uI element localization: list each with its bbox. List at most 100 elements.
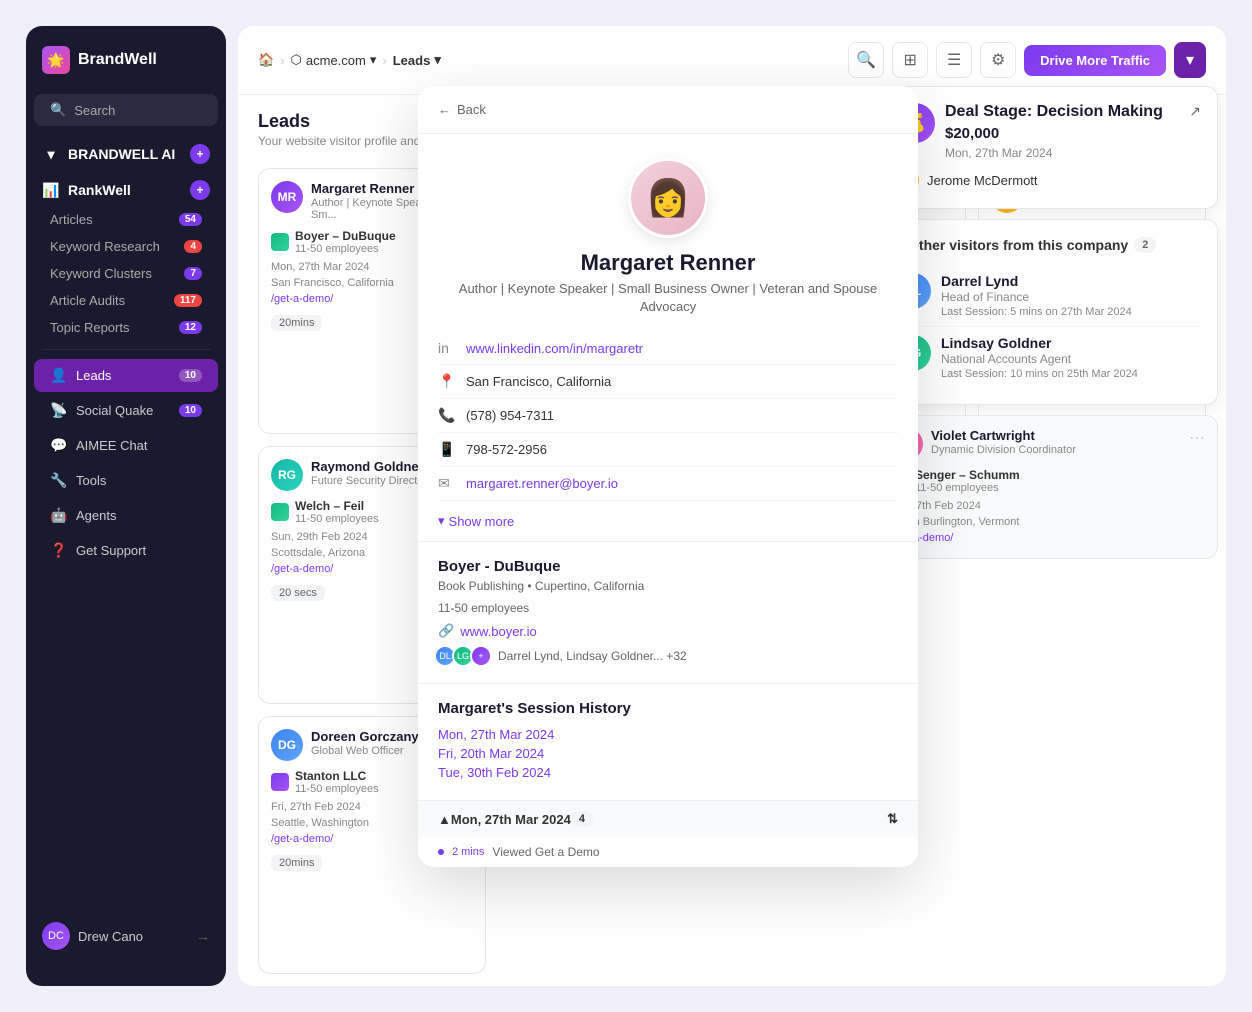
main-content: 🏠 › ⬡ acme.com ▾ › Leads ▾ 🔍 ⊞ ☰ ⚙ (238, 26, 1226, 986)
lead-link[interactable]: /get-a-demo/ (271, 563, 333, 575)
location-text: San Francisco, California (466, 374, 611, 389)
sidebar-item-leads[interactable]: 👤 Leads 10 (34, 359, 218, 392)
domain-icon: ⬡ (291, 52, 302, 68)
home-icon[interactable]: 🏠 (258, 52, 274, 68)
sidebar: 🌟 BrandWell 🔍 Search ▾ BRANDWELL AI + 📊 … (26, 26, 226, 986)
breadcrumb-sep2: › (382, 53, 386, 68)
domain-name: acme.com (306, 53, 366, 68)
social-quake-icon: 📡 (50, 402, 68, 419)
lead-location: South Burlington, Vermont (891, 516, 1205, 528)
external-link-icon[interactable]: ↗ (1189, 103, 1201, 120)
lead-name: Raymond Goldner (311, 459, 427, 474)
sidebar-item-support[interactable]: ❓ Get Support (34, 534, 218, 567)
session-time: 2 mins (452, 846, 484, 858)
company-size: 11-50 employees (915, 482, 1020, 494)
list-view-button[interactable]: ☰ (936, 42, 972, 78)
lead-time: 20 secs (271, 585, 325, 601)
logout-icon[interactable]: → (196, 928, 210, 944)
add-rankwell-button[interactable]: + (190, 180, 210, 200)
company-size: 11-50 employees (295, 513, 379, 525)
sidebar-rankwell-section[interactable]: 📊 RankWell + (26, 176, 226, 204)
profile-section: 👩 Margaret Renner Author | Keynote Speak… (418, 134, 918, 332)
company-meta: Book Publishing • Cupertino, California (438, 579, 898, 593)
company-section-name: Boyer - DuBuque (438, 558, 898, 575)
add-brandwell-button[interactable]: + (190, 144, 210, 164)
linkedin-link[interactable]: www.linkedin.com/in/margaretr (466, 341, 643, 356)
sidebar-item-keyword-research[interactable]: Keyword Research 4 (34, 233, 218, 260)
visitor-info-darrel: Darrel Lynd Head of Finance Last Session… (941, 273, 1201, 318)
leads-badge: 10 (179, 369, 202, 382)
profile-avatar: 👩 (628, 158, 708, 238)
visitor-session: Last Session: 10 mins on 25th Mar 2024 (941, 368, 1201, 380)
search-input[interactable]: 🔍 Search (34, 94, 218, 126)
sidebar-item-aimee-chat[interactable]: 💬 AIMEE Chat (34, 429, 218, 462)
rankwell-icon: 📊 (42, 182, 60, 199)
sidebar-item-topic-reports[interactable]: Topic Reports 12 (34, 314, 218, 341)
rankwell-sub-items: Articles 54 Keyword Research 4 Keyword C… (26, 206, 226, 341)
company-website-link[interactable]: www.boyer.io (460, 624, 537, 639)
show-more-button[interactable]: ▾ Show more (418, 501, 918, 541)
keyword-clusters-label: Keyword Clusters (50, 266, 152, 281)
deal-person: JM Jerome McDermott (895, 168, 1201, 192)
cta-label: Drive More Traffic (1040, 53, 1150, 68)
company-name: Senger – Schumm (915, 468, 1020, 482)
header: 🏠 › ⬡ acme.com ▾ › Leads ▾ 🔍 ⊞ ☰ ⚙ (238, 26, 1226, 95)
company-size: 11-50 employees (295, 243, 396, 255)
sidebar-brandwell-section[interactable]: ▾ BRANDWELL AI + (26, 136, 226, 172)
sidebar-item-keyword-clusters[interactable]: Keyword Clusters 7 (34, 260, 218, 287)
deal-card: 💰 Deal Stage: Decision Making $20,000 Mo… (878, 86, 1218, 209)
company-size: 11-50 employees (295, 783, 379, 795)
deal-date: Mon, 27th Mar 2024 (945, 146, 1163, 160)
visitor-role: National Accounts Agent (941, 352, 1201, 366)
breadcrumb-current[interactable]: Leads ▾ (393, 52, 441, 68)
drive-traffic-button[interactable]: Drive More Traffic (1024, 45, 1166, 76)
cta-dropdown-button[interactable]: ▾ (1174, 42, 1206, 78)
leads-label: Leads (76, 368, 111, 383)
company-name: Welch – Feil (295, 499, 379, 513)
sidebar-item-agents[interactable]: 🤖 Agents (34, 499, 218, 532)
settings-button[interactable]: ⚙ (980, 42, 1016, 78)
avatar: DG (271, 729, 303, 761)
email-link[interactable]: margaret.renner@boyer.io (466, 476, 618, 491)
more-options-button[interactable]: ⋯ (1189, 428, 1205, 448)
profile-role: Author | Keynote Speaker | Small Busines… (438, 280, 898, 316)
lead-link[interactable]: /get-a-demo/ (271, 293, 333, 305)
phone2-text: 798-572-2956 (466, 442, 547, 457)
lead-role: Future Security Director (311, 475, 427, 487)
get-support-label: Get Support (76, 543, 146, 558)
sidebar-item-tools[interactable]: 🔧 Tools (34, 464, 218, 497)
sidebar-item-articles[interactable]: Articles 54 (34, 206, 218, 233)
lead-link[interactable]: /get-a-demo/ (271, 833, 333, 845)
brandwell-label: BRANDWELL AI (68, 146, 175, 162)
back-arrow-icon: ← (438, 102, 451, 117)
search-button[interactable]: 🔍 (848, 42, 884, 78)
user-profile[interactable]: DC Drew Cano → (34, 914, 218, 958)
other-visitors-card: ▾ Other visitors from this company 2 DL … (878, 219, 1218, 405)
company-logo-icon (271, 503, 289, 521)
visitor-avatar-3: + (470, 645, 492, 667)
visitor-name: Darrel Lynd (941, 273, 1201, 289)
avatar: MR (271, 181, 303, 213)
session-sort-icon[interactable]: ⇅ (887, 811, 898, 827)
grid-view-button[interactable]: ⊞ (892, 42, 928, 78)
session-date-1[interactable]: Mon, 27th Mar 2024 (438, 727, 898, 742)
back-button[interactable]: ← Back (418, 86, 918, 134)
search-label: Search (74, 103, 115, 118)
sidebar-item-social-quake[interactable]: 📡 Social Quake 10 (34, 394, 218, 427)
company-logo-icon (271, 773, 289, 791)
sidebar-item-article-audits[interactable]: Article Audits 117 (34, 287, 218, 314)
chevron-down-icon: ▾ (42, 146, 60, 163)
lead-card-violet[interactable]: VC Violet Cartwright Dynamic Division Co… (878, 415, 1218, 559)
contact-phone1: 📞 (578) 954-7311 (438, 399, 898, 433)
company-size-detail: 11-50 employees (438, 601, 898, 615)
session-date-2[interactable]: Fri, 20th Mar 2024 (438, 746, 898, 761)
article-audits-badge: 117 (174, 294, 202, 307)
session-count-badge: 4 (571, 811, 593, 827)
leads-icon: 👤 (50, 367, 68, 384)
session-collapse-row[interactable]: ▲ Mon, 27th Mar 2024 4 ⇅ (418, 800, 918, 837)
session-date-3[interactable]: Tue, 30th Feb 2024 (438, 765, 898, 780)
social-quake-label: Social Quake (76, 403, 153, 418)
keyword-clusters-badge: 7 (184, 267, 202, 280)
session-title: Margaret's Session History (438, 700, 898, 717)
breadcrumb-domain[interactable]: ⬡ acme.com ▾ (291, 52, 377, 68)
